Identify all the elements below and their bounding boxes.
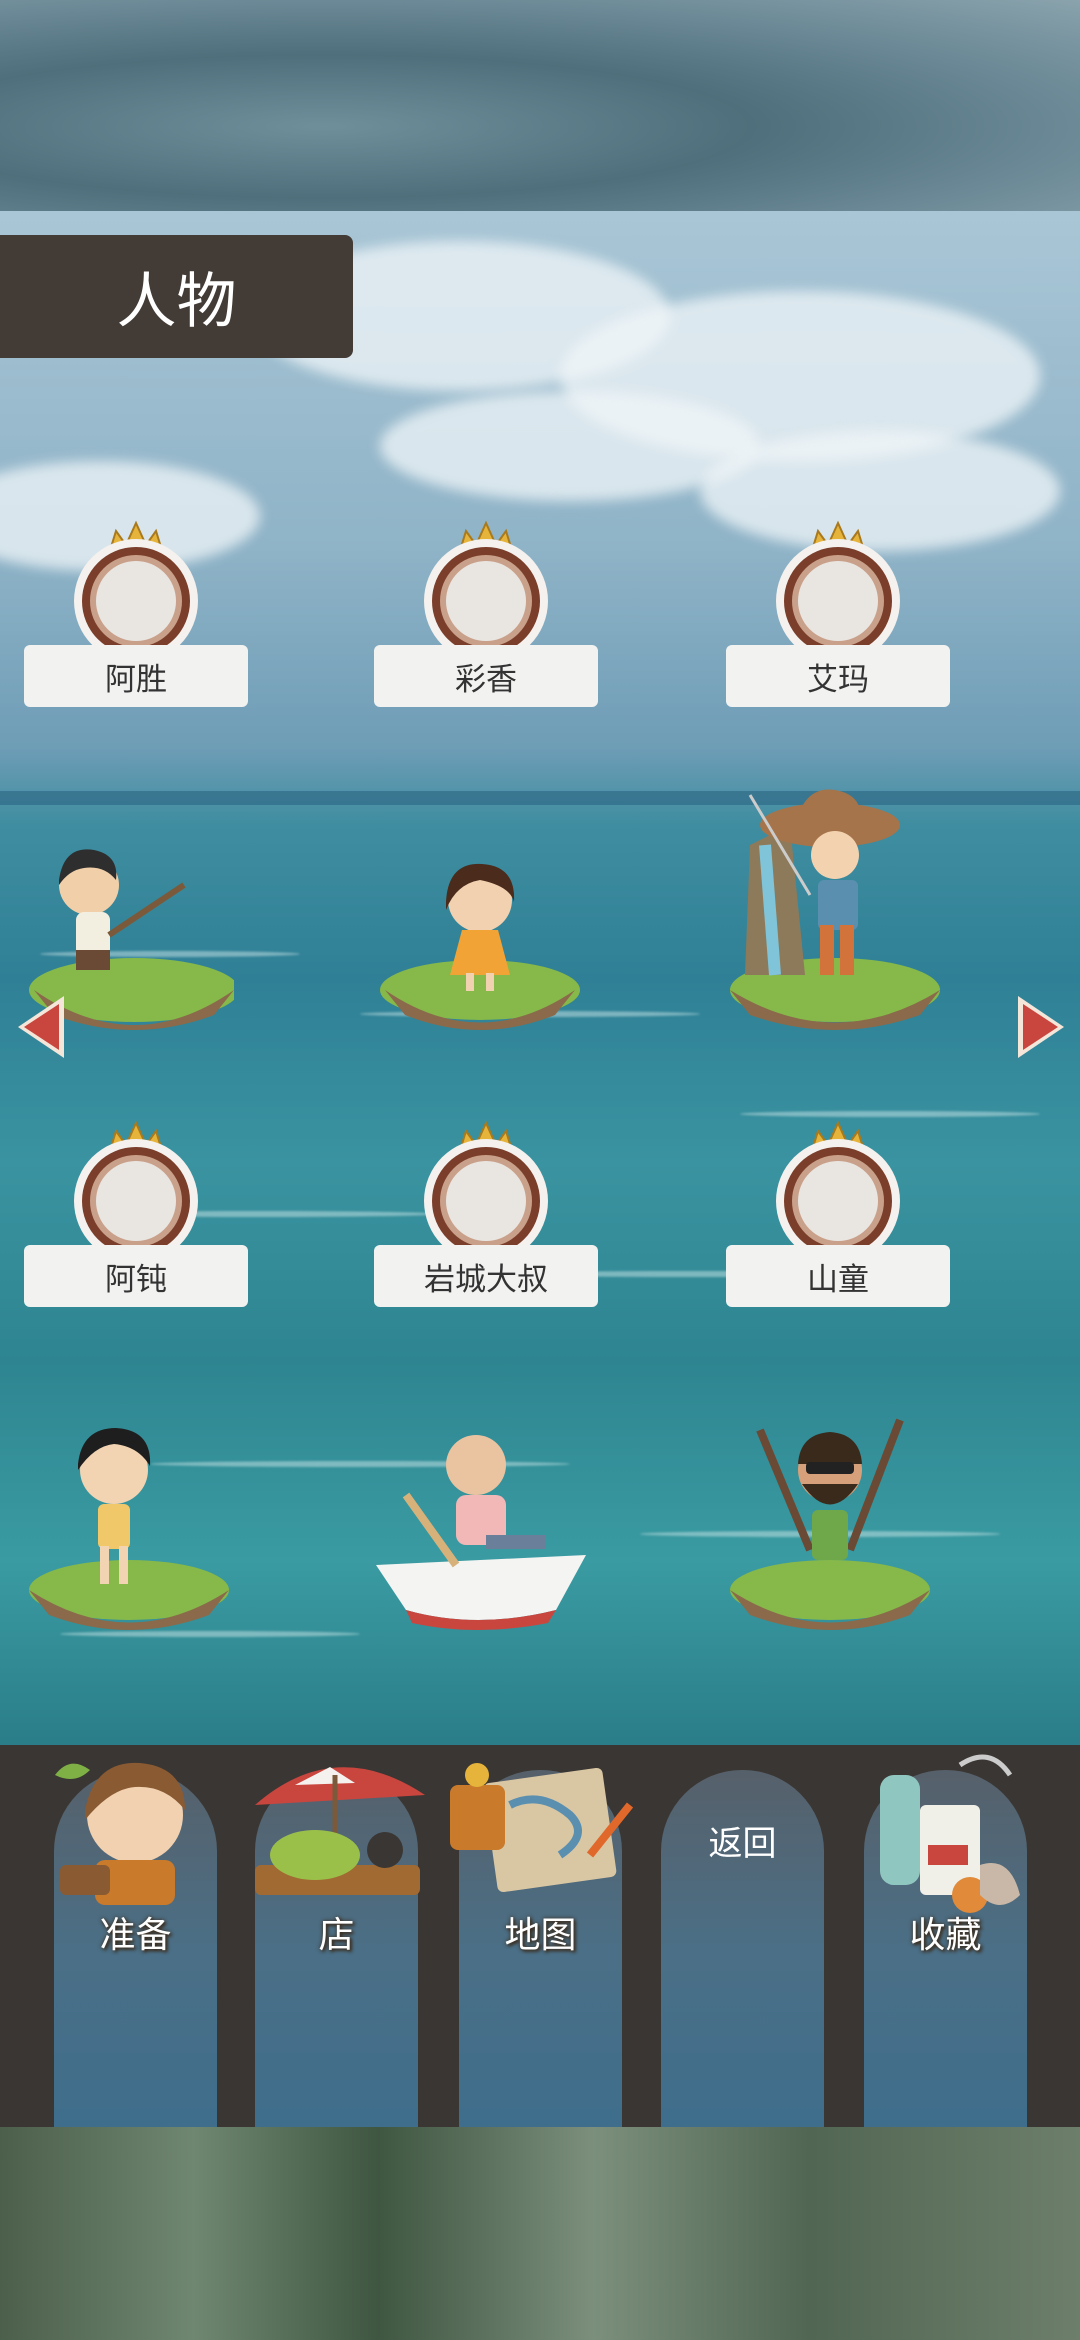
nav-collection-label: 收藏 (909, 1914, 982, 1955)
map-icon (450, 1763, 634, 1893)
shop-icon (255, 1767, 425, 1895)
character-name: 山童 (726, 1245, 950, 1307)
character-figure-ayaka[interactable] (370, 850, 590, 1040)
prepare-icon (55, 1762, 185, 1905)
character-name: 岩城大叔 (374, 1245, 598, 1307)
next-page-arrow-icon[interactable] (1012, 992, 1070, 1062)
character-name: 阿胜 (24, 645, 248, 707)
character-figure-adun[interactable] (14, 1400, 234, 1640)
character-name: 阿钝 (24, 1245, 248, 1307)
medal-icon (74, 520, 198, 663)
page-title: 人物 (0, 235, 353, 358)
medal-icon (424, 1120, 548, 1263)
prev-page-arrow-icon[interactable] (12, 992, 70, 1062)
blurred-background-bottom (0, 2127, 1080, 2340)
character-name: 彩香 (374, 645, 598, 707)
medal-icon (424, 520, 548, 663)
character-figure-emma[interactable] (710, 785, 960, 1040)
nav-map-label: 地图 (504, 1914, 577, 1955)
character-figure-iwaki[interactable] (366, 1425, 596, 1635)
blurred-background-top (0, 0, 1080, 211)
medal-icon (74, 1120, 198, 1263)
medal-icon (776, 520, 900, 663)
nav-shop-label: 店 (318, 1914, 355, 1955)
nav-back-label: 返回 (708, 1825, 777, 1863)
character-figure-yamawarawa[interactable] (720, 1400, 940, 1640)
nav-prepare-label: 准备 (99, 1914, 172, 1955)
medal-icon (776, 1120, 900, 1263)
character-name: 艾玛 (726, 645, 950, 707)
